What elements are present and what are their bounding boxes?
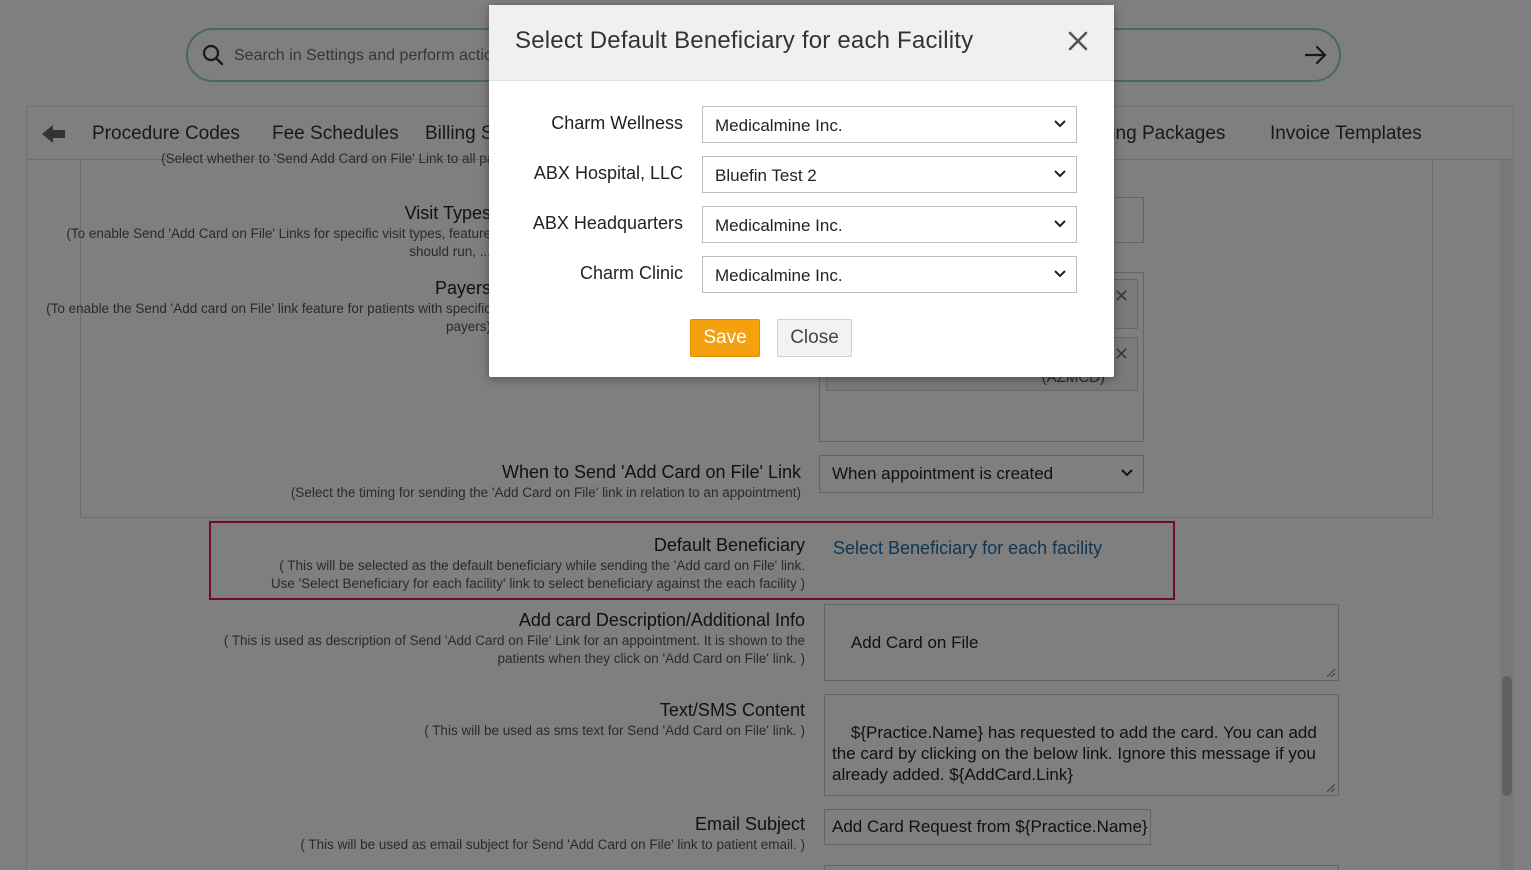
beneficiary-value: Medicalmine Inc. xyxy=(715,266,843,285)
modal-header: Select Default Beneficiary for each Faci… xyxy=(489,5,1114,81)
save-button[interactable]: Save xyxy=(690,319,760,357)
facility-label-charm-wellness: Charm Wellness xyxy=(551,113,683,133)
facility-label-abx-hospital: ABX Hospital, LLC xyxy=(533,163,683,183)
beneficiary-select-charm-wellness[interactable]: Medicalmine Inc. xyxy=(702,106,1077,143)
beneficiary-modal: Select Default Beneficiary for each Faci… xyxy=(489,5,1114,377)
beneficiary-value: Medicalmine Inc. xyxy=(715,216,843,235)
close-button[interactable]: Close xyxy=(777,319,852,357)
chevron-down-icon xyxy=(1054,270,1066,278)
chevron-down-icon xyxy=(1054,220,1066,228)
facility-label-charm-clinic: Charm Clinic xyxy=(579,263,683,283)
beneficiary-select-charm-clinic[interactable]: Medicalmine Inc. xyxy=(702,256,1077,293)
beneficiary-value: Bluefin Test 2 xyxy=(715,166,817,185)
chevron-down-icon xyxy=(1054,120,1066,128)
facility-label-abx-headquarters: ABX Headquarters xyxy=(532,213,683,233)
beneficiary-select-abx-headquarters[interactable]: Medicalmine Inc. xyxy=(702,206,1077,243)
modal-title: Select Default Beneficiary for each Faci… xyxy=(515,27,974,54)
chevron-down-icon xyxy=(1054,170,1066,178)
beneficiary-select-abx-hospital[interactable]: Bluefin Test 2 xyxy=(702,156,1077,193)
beneficiary-value: Medicalmine Inc. xyxy=(715,116,843,135)
close-icon[interactable] xyxy=(1066,29,1090,53)
